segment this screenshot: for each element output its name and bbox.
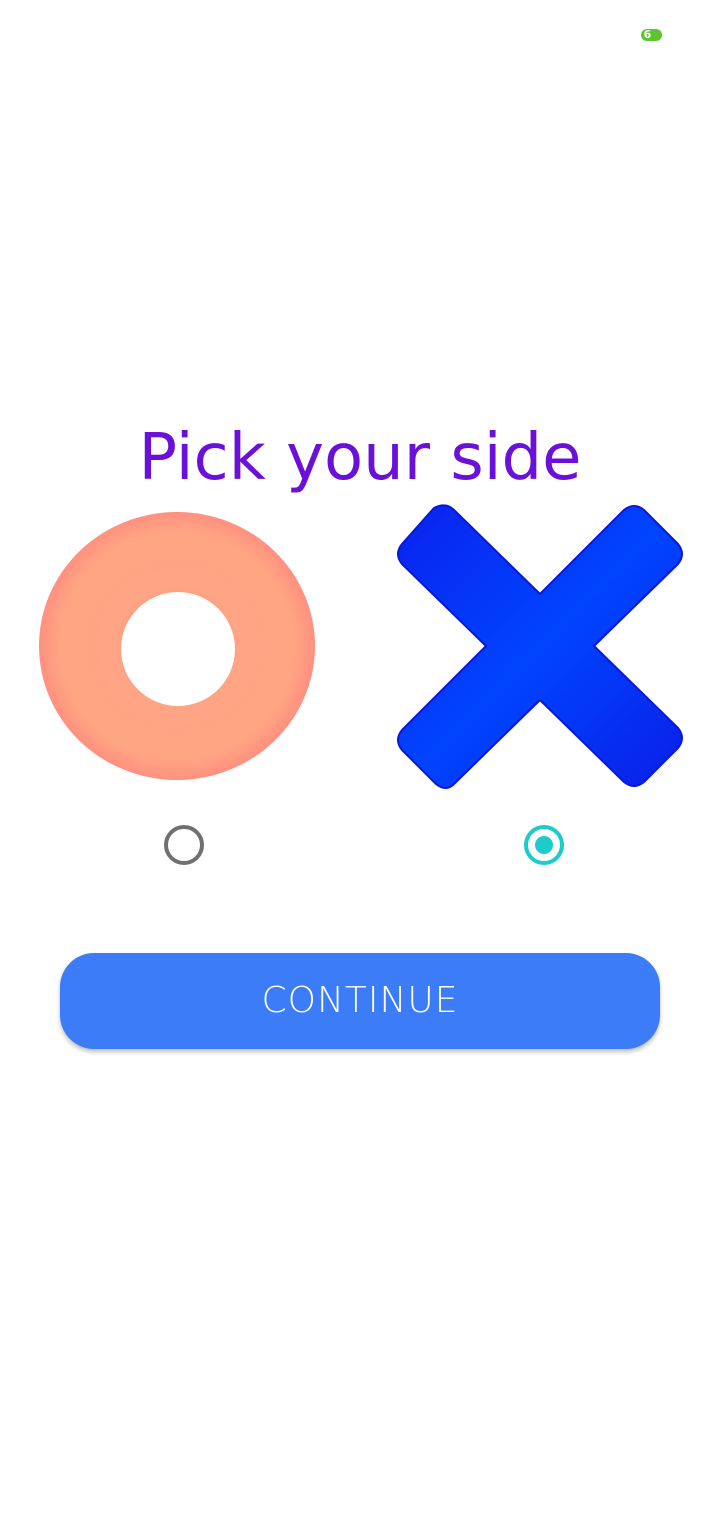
battery-level: 6 — [643, 28, 652, 41]
o-ring-icon — [39, 512, 315, 780]
o-side-option[interactable] — [36, 508, 318, 784]
x-cross-icon — [397, 504, 683, 789]
status-bar: 6 — [0, 0, 720, 70]
radio-selected-dot — [535, 836, 553, 854]
page-title: Pick your side — [138, 421, 582, 495]
x-side-option[interactable] — [392, 500, 688, 792]
battery-icon: 6 — [641, 28, 662, 41]
x-side-radio[interactable] — [524, 825, 564, 865]
o-side-radio[interactable] — [164, 825, 204, 865]
continue-button[interactable]: CONTINUE — [60, 953, 660, 1049]
